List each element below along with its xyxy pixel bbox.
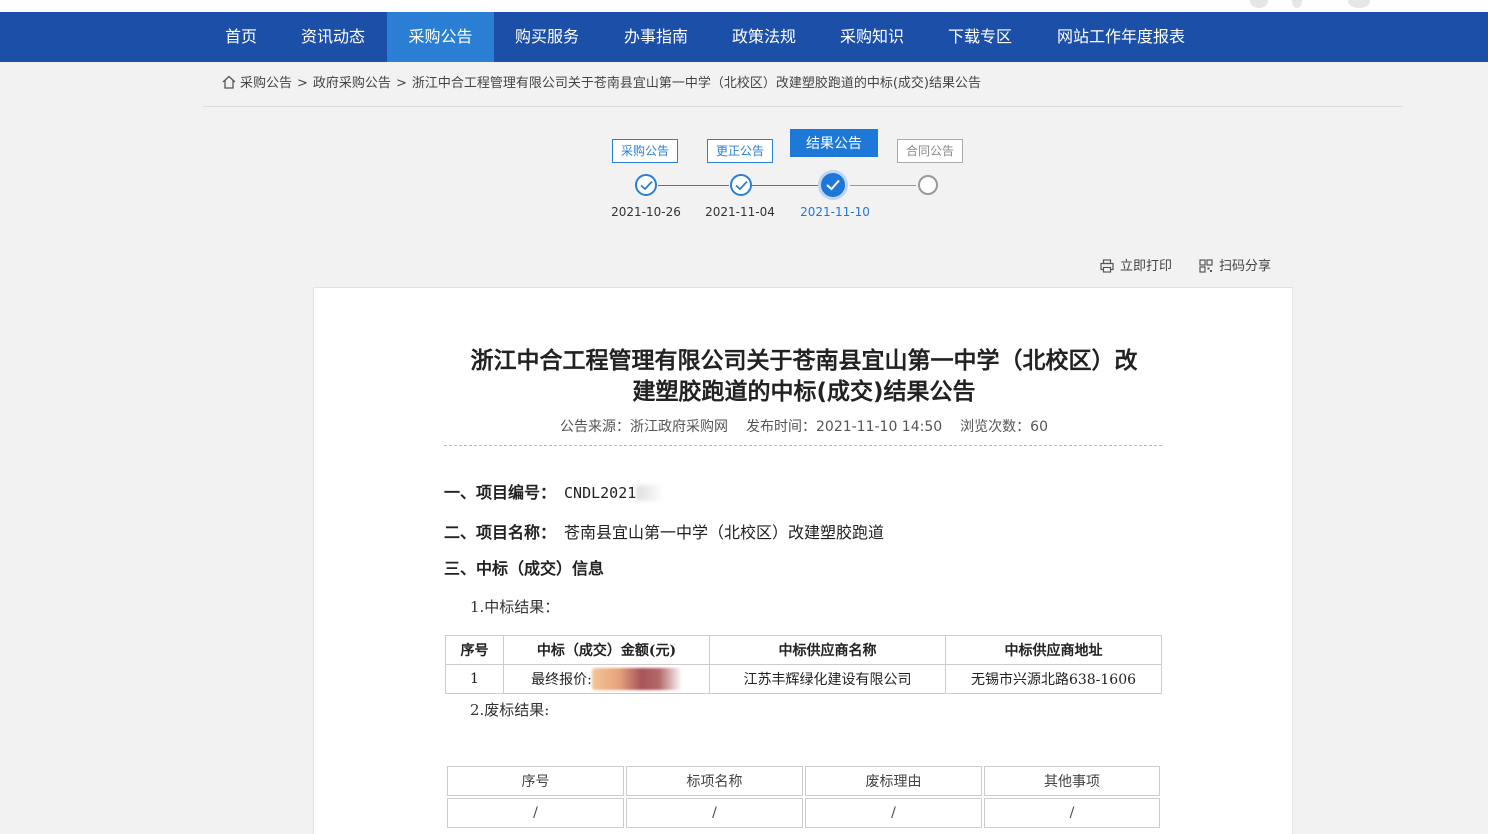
stage-date: 2021-11-04 bbox=[705, 205, 775, 219]
user-icon bbox=[1348, 0, 1370, 8]
table-cell: / bbox=[805, 798, 982, 828]
breadcrumb-separator: > bbox=[297, 76, 308, 91]
printer-icon bbox=[1100, 259, 1114, 273]
project-number: CNDL2021 bbox=[564, 484, 637, 502]
qrcode-icon bbox=[1199, 259, 1213, 273]
column-header: 序号 bbox=[447, 766, 624, 796]
nav-policy[interactable]: 政策法规 bbox=[721, 12, 807, 62]
check-icon bbox=[640, 180, 653, 191]
column-header: 中标供应商名称 bbox=[709, 635, 946, 665]
publish-time: 2021-11-10 14:50 bbox=[816, 419, 943, 435]
nav-procurement-notice[interactable]: 采购公告 bbox=[387, 12, 494, 62]
section-heading: 一、项目编号： bbox=[444, 483, 557, 502]
award-info-heading: 三、中标（成交）信息 bbox=[444, 555, 604, 579]
stage-tag-procurement[interactable]: 采购公告 bbox=[612, 139, 678, 163]
breadcrumb-procurement-notice[interactable]: 采购公告 bbox=[240, 76, 292, 91]
column-header: 序号 bbox=[445, 635, 504, 665]
table-cell: / bbox=[447, 798, 624, 828]
stage-date: 2021-10-26 bbox=[611, 205, 681, 219]
divider bbox=[203, 106, 1403, 107]
views-count: 60 bbox=[1030, 419, 1048, 435]
breadcrumb-gov-procurement[interactable]: 政府采购公告 bbox=[313, 76, 391, 91]
top-strip bbox=[0, 0, 1488, 12]
views-label: 浏览次数： bbox=[960, 419, 1031, 435]
cell-supplier: 江苏丰辉绿化建设有限公司 bbox=[709, 664, 946, 694]
cell-index: 1 bbox=[445, 664, 504, 694]
announcement-title: 浙江中合工程管理有限公司关于苍南县宜山第一中学（北校区）改 建塑胶跑道的中标(成… bbox=[444, 346, 1164, 408]
stage-tag-contract[interactable]: 合同公告 bbox=[897, 139, 963, 163]
table-header-row: 序号 标项名称 废标理由 其他事项 bbox=[447, 766, 1160, 796]
main-nav: 首页 资讯动态 采购公告 购买服务 办事指南 政策法规 采购知识 下载专区 网站… bbox=[0, 12, 1488, 62]
table-cell: / bbox=[984, 798, 1160, 828]
stage-connector bbox=[658, 185, 729, 186]
column-header: 中标供应商地址 bbox=[945, 635, 1162, 665]
award-result-table: 序号 中标（成交）金额(元) 中标供应商名称 中标供应商地址 1 最终报价: 江… bbox=[445, 635, 1162, 694]
stage-node-current bbox=[818, 170, 848, 200]
breadcrumb-separator: > bbox=[395, 76, 407, 91]
cell-amount: 最终报价: bbox=[503, 664, 710, 694]
breadcrumb-current: 浙江中合工程管理有限公司关于苍南县宜山第一中学（北校区）改建塑胶跑道的中标(成交… bbox=[411, 76, 981, 91]
check-icon bbox=[826, 179, 840, 191]
stage-node-future bbox=[918, 175, 938, 195]
publish-label: 发布时间： bbox=[746, 419, 816, 435]
source-label: 公告来源： bbox=[560, 419, 630, 435]
cell-address: 无锡市兴源北路638-1606 bbox=[945, 664, 1162, 694]
redacted-mark bbox=[636, 485, 665, 501]
announcement-document: 浙江中合工程管理有限公司关于苍南县宜山第一中学（北校区）改 建塑胶跑道的中标(成… bbox=[313, 287, 1293, 834]
stage-node-done bbox=[730, 174, 752, 196]
project-name: 苍南县宜山第一中学（北校区）改建塑胶跑道 bbox=[564, 523, 885, 542]
table-cell: / bbox=[626, 798, 803, 828]
nav-guide[interactable]: 办事指南 bbox=[613, 12, 699, 62]
title-line: 建塑胶跑道的中标(成交)结果公告 bbox=[632, 379, 976, 405]
redacted-amount bbox=[591, 668, 682, 690]
waste-result-label: 2.废标结果: bbox=[470, 701, 550, 719]
stage-tag-result[interactable]: 结果公告 bbox=[790, 129, 878, 157]
pin-icon bbox=[1292, 0, 1302, 8]
project-number-row: 一、项目编号： CNDL2021 bbox=[444, 479, 665, 503]
award-result-label: 1.中标结果： bbox=[470, 598, 560, 616]
print-label: 立即打印 bbox=[1120, 259, 1173, 274]
nav-download[interactable]: 下载专区 bbox=[937, 12, 1023, 62]
column-header: 中标（成交）金额(元) bbox=[503, 635, 710, 665]
table-row: 1 最终报价: 江苏丰辉绿化建设有限公司 无锡市兴源北路638-1606 bbox=[445, 664, 1162, 694]
meta-divider bbox=[444, 445, 1162, 446]
announcement-meta: 公告来源：浙江政府采购网 发布时间：2021-11-10 14:50 浏览次数：60 bbox=[444, 416, 1164, 436]
amount-label: 最终报价: bbox=[531, 672, 592, 688]
nav-news[interactable]: 资讯动态 bbox=[290, 12, 376, 62]
check-icon bbox=[735, 180, 748, 191]
star-icon bbox=[1250, 0, 1268, 8]
breadcrumb: 采购公告 > 政府采购公告 > 浙江中合工程管理有限公司关于苍南县宜山第一中学（北校区）… bbox=[222, 74, 981, 94]
nav-knowledge[interactable]: 采购知识 bbox=[829, 12, 915, 62]
section-heading: 二、项目名称： bbox=[444, 523, 557, 542]
nav-annual-report[interactable]: 网站工作年度报表 bbox=[1045, 12, 1197, 62]
column-header: 标项名称 bbox=[626, 766, 803, 796]
stage-date-current: 2021-11-10 bbox=[800, 205, 870, 219]
home-icon[interactable] bbox=[222, 75, 236, 89]
title-line: 浙江中合工程管理有限公司关于苍南县宜山第一中学（北校区）改 bbox=[470, 348, 1138, 374]
project-name-row: 二、项目名称： 苍南县宜山第一中学（北校区）改建塑胶跑道 bbox=[444, 519, 884, 543]
table-header-row: 序号 中标（成交）金额(元) 中标供应商名称 中标供应商地址 bbox=[445, 635, 1162, 665]
stage-tag-correction[interactable]: 更正公告 bbox=[707, 139, 773, 163]
section-heading: 三、中标（成交）信息 bbox=[444, 559, 605, 578]
waste-result-table: 序号 标项名称 废标理由 其他事项 / / / / bbox=[445, 764, 1162, 830]
stage-node-done bbox=[635, 174, 657, 196]
column-header: 其他事项 bbox=[984, 766, 1160, 796]
share-button[interactable]: 扫码分享 bbox=[1199, 255, 1271, 274]
print-button[interactable]: 立即打印 bbox=[1100, 255, 1172, 274]
stage-connector bbox=[850, 185, 916, 186]
column-header: 废标理由 bbox=[805, 766, 982, 796]
source-value: 浙江政府采购网 bbox=[630, 419, 728, 435]
share-label: 扫码分享 bbox=[1219, 259, 1272, 274]
stage-connector bbox=[752, 185, 818, 186]
nav-home[interactable]: 首页 bbox=[208, 12, 274, 62]
nav-purchase-service[interactable]: 购买服务 bbox=[504, 12, 590, 62]
table-row: / / / / bbox=[447, 798, 1160, 828]
